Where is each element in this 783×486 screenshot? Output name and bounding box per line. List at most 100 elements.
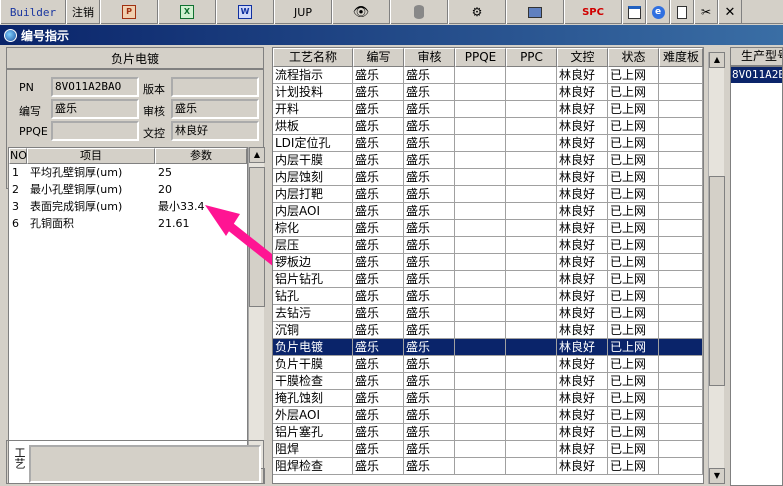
table-row[interactable]: 负片干膜 盛乐 盛乐 林良好 已上网 bbox=[273, 356, 703, 373]
table-row[interactable]: 阻焊 盛乐 盛乐 林良好 已上网 bbox=[273, 441, 703, 458]
table-row[interactable]: 内层AOI 盛乐 盛乐 林良好 已上网 bbox=[273, 203, 703, 220]
grid-cell: 去钻污 bbox=[273, 305, 353, 322]
grid-scrollbar[interactable]: ▲ ▼ bbox=[708, 52, 725, 484]
grid-cell: 林良好 bbox=[557, 101, 608, 118]
grid-cell: 已上网 bbox=[608, 135, 659, 152]
grid-cell: 已上网 bbox=[608, 254, 659, 271]
grid-cell: 开料 bbox=[273, 101, 353, 118]
table-row[interactable]: 外层AOI 盛乐 盛乐 林良好 已上网 bbox=[273, 407, 703, 424]
grid-cell bbox=[455, 271, 506, 288]
grid-cell: 林良好 bbox=[557, 288, 608, 305]
grid-cell: 林良好 bbox=[557, 322, 608, 339]
grid-cell: 负片干膜 bbox=[273, 356, 353, 373]
grid-cell: 盛乐 bbox=[353, 220, 404, 237]
table-row[interactable]: 开料 盛乐 盛乐 林良好 已上网 bbox=[273, 101, 703, 118]
scroll-down-arrow[interactable]: ▼ bbox=[709, 468, 725, 484]
grid-cell: 已上网 bbox=[608, 203, 659, 220]
grid-cell: 盛乐 bbox=[353, 254, 404, 271]
grid-cell bbox=[659, 390, 703, 407]
grid-cell bbox=[506, 186, 557, 203]
grid-cell: 盛乐 bbox=[353, 390, 404, 407]
grid-cell: 已上网 bbox=[608, 458, 659, 475]
grid-cell: 内层AOI bbox=[273, 203, 353, 220]
grid-col-difficulty[interactable]: 难度板 bbox=[659, 48, 703, 67]
grid-cell: 盛乐 bbox=[353, 152, 404, 169]
grid-cell: 林良好 bbox=[557, 220, 608, 237]
grid-cell: 内层蚀刻 bbox=[273, 169, 353, 186]
grid-col-process[interactable]: 工艺名称 bbox=[273, 48, 353, 67]
grid-cell bbox=[455, 322, 506, 339]
grid-cell: 层压 bbox=[273, 237, 353, 254]
grid-cell: 林良好 bbox=[557, 458, 608, 475]
grid-col-review[interactable]: 审核 bbox=[404, 48, 455, 67]
grid-cell bbox=[659, 135, 703, 152]
scroll-up-arrow[interactable]: ▲ bbox=[709, 52, 725, 68]
grid-cell bbox=[455, 441, 506, 458]
table-row[interactable]: 锣板边 盛乐 盛乐 林良好 已上网 bbox=[273, 254, 703, 271]
grid-cell: 盛乐 bbox=[353, 101, 404, 118]
table-row[interactable]: 掩孔蚀刻 盛乐 盛乐 林良好 已上网 bbox=[273, 390, 703, 407]
grid-cell: 林良好 bbox=[557, 356, 608, 373]
grid-cell bbox=[455, 169, 506, 186]
grid-cell: 已上网 bbox=[608, 101, 659, 118]
table-row[interactable]: LDI定位孔 盛乐 盛乐 林良好 已上网 bbox=[273, 135, 703, 152]
grid-cell bbox=[506, 118, 557, 135]
grid-cell: 棕化 bbox=[273, 220, 353, 237]
grid-cell: 盛乐 bbox=[353, 237, 404, 254]
table-row[interactable]: 干膜检查 盛乐 盛乐 林良好 已上网 bbox=[273, 373, 703, 390]
table-row[interactable]: 铝片塞孔 盛乐 盛乐 林良好 已上网 bbox=[273, 424, 703, 441]
grid-col-ppc[interactable]: PPC bbox=[506, 48, 557, 67]
table-row[interactable]: 阻焊检查 盛乐 盛乐 林良好 已上网 bbox=[273, 458, 703, 475]
table-row[interactable]: 计划投料 盛乐 盛乐 林良好 已上网 bbox=[273, 84, 703, 101]
grid-cell: 林良好 bbox=[557, 254, 608, 271]
grid-cell: 盛乐 bbox=[404, 390, 455, 407]
grid-cell: 盛乐 bbox=[404, 67, 455, 84]
grid-col-writer[interactable]: 编写 bbox=[353, 48, 404, 67]
grid-cell: 盛乐 bbox=[404, 458, 455, 475]
table-row[interactable]: 内层干膜 盛乐 盛乐 林良好 已上网 bbox=[273, 152, 703, 169]
grid-cell bbox=[659, 441, 703, 458]
grid-cell: 林良好 bbox=[557, 441, 608, 458]
grid-cell bbox=[659, 288, 703, 305]
scroll-thumb[interactable] bbox=[709, 176, 725, 386]
grid-cell: 烘板 bbox=[273, 118, 353, 135]
table-row[interactable]: 负片电镀 盛乐 盛乐 林良好 已上网 bbox=[273, 339, 703, 356]
grid-cell: 林良好 bbox=[557, 271, 608, 288]
grid-cell bbox=[506, 322, 557, 339]
grid-cell: 盛乐 bbox=[353, 271, 404, 288]
table-row[interactable]: 棕化 盛乐 盛乐 林良好 已上网 bbox=[273, 220, 703, 237]
grid-cell: 盛乐 bbox=[353, 186, 404, 203]
grid-body: 流程指示 盛乐 盛乐 林良好 已上网 计划投料 盛乐 盛乐 林良好 已上网 开料 盛乐 盛乐 林良好 已上网… bbox=[273, 67, 703, 475]
grid-cell: 铝片塞孔 bbox=[273, 424, 353, 441]
table-row[interactable]: 钻孔 盛乐 盛乐 林良好 已上网 bbox=[273, 288, 703, 305]
grid-cell: 负片电镀 bbox=[273, 339, 353, 356]
table-row[interactable]: 内层打靶 盛乐 盛乐 林良好 已上网 bbox=[273, 186, 703, 203]
grid-cell: 已上网 bbox=[608, 67, 659, 84]
table-row[interactable]: 内层蚀刻 盛乐 盛乐 林良好 已上网 bbox=[273, 169, 703, 186]
table-row[interactable]: 层压 盛乐 盛乐 林良好 已上网 bbox=[273, 237, 703, 254]
model-header[interactable]: 生产型号 bbox=[730, 47, 783, 66]
grid-cell bbox=[506, 339, 557, 356]
grid-cell bbox=[455, 135, 506, 152]
grid-cell bbox=[506, 101, 557, 118]
table-row[interactable]: 铝片钻孔 盛乐 盛乐 林良好 已上网 bbox=[273, 271, 703, 288]
grid-cell bbox=[506, 305, 557, 322]
table-row[interactable]: 烘板 盛乐 盛乐 林良好 已上网 bbox=[273, 118, 703, 135]
grid-cell bbox=[659, 322, 703, 339]
grid-col-ppqe[interactable]: PPQE bbox=[455, 48, 506, 67]
grid-col-docctrl[interactable]: 文控 bbox=[557, 48, 608, 67]
table-row[interactable]: 流程指示 盛乐 盛乐 林良好 已上网 bbox=[273, 67, 703, 84]
grid-cell: 林良好 bbox=[557, 390, 608, 407]
grid-cell: 盛乐 bbox=[404, 424, 455, 441]
grid-col-status[interactable]: 状态 bbox=[608, 48, 659, 67]
grid-cell bbox=[506, 458, 557, 475]
model-item[interactable]: 8VO11A2BA bbox=[731, 67, 782, 83]
grid-cell bbox=[659, 356, 703, 373]
grid-cell bbox=[455, 407, 506, 424]
grid-cell: 盛乐 bbox=[353, 118, 404, 135]
table-row[interactable]: 去钻污 盛乐 盛乐 林良好 已上网 bbox=[273, 305, 703, 322]
grid-cell bbox=[659, 101, 703, 118]
grid-cell bbox=[506, 220, 557, 237]
grid-cell: 已上网 bbox=[608, 424, 659, 441]
table-row[interactable]: 沉铜 盛乐 盛乐 林良好 已上网 bbox=[273, 322, 703, 339]
